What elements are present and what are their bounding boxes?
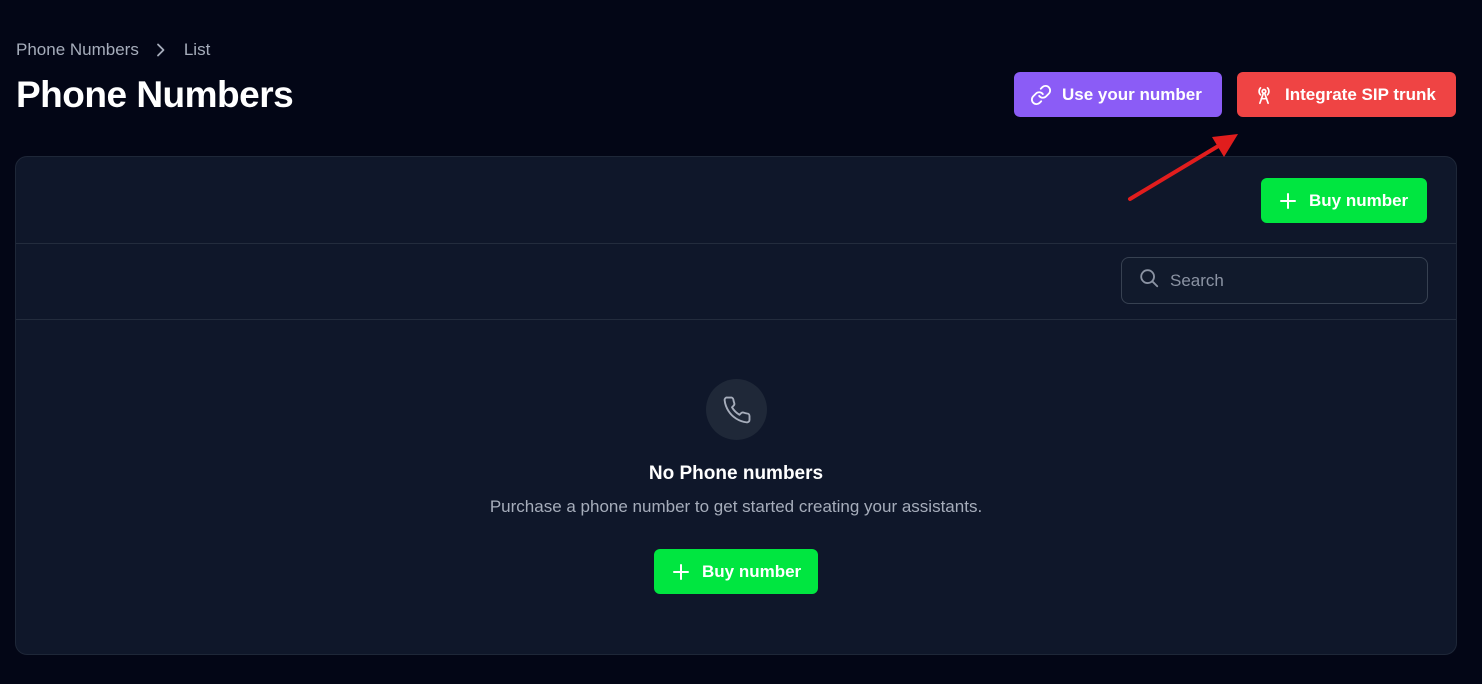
toolbar-divider	[16, 243, 1456, 244]
search-icon	[1138, 267, 1160, 294]
antenna-icon	[1253, 84, 1275, 106]
buy-number-label: Buy number	[1309, 190, 1409, 210]
plus-icon	[672, 563, 690, 581]
plus-icon	[1279, 192, 1297, 210]
empty-state-buy-number-button[interactable]: Buy number	[654, 549, 818, 594]
breadcrumb-item-phone-numbers[interactable]: Phone Numbers	[16, 39, 139, 61]
page-title: Phone Numbers	[16, 74, 294, 115]
empty-state-description: Purchase a phone number to get started c…	[489, 497, 983, 516]
phone-numbers-panel: Buy number No Phone numbers Purchase a p…	[15, 156, 1457, 655]
use-your-number-button[interactable]: Use your number	[1014, 72, 1222, 117]
empty-state-title: No Phone numbers	[648, 463, 824, 484]
chevron-right-icon	[139, 39, 184, 61]
link-icon	[1030, 84, 1052, 106]
empty-state-buy-number-label: Buy number	[702, 561, 802, 581]
phone-numbers-page: Phone Numbers List Phone Numbers Use you…	[0, 0, 1482, 684]
breadcrumb: Phone Numbers List	[16, 39, 210, 61]
buy-number-button[interactable]: Buy number	[1261, 178, 1427, 223]
search-field[interactable]	[1121, 257, 1428, 304]
search-divider	[16, 319, 1456, 320]
breadcrumb-item-list: List	[183, 40, 211, 59]
integrate-sip-trunk-button[interactable]: Integrate SIP trunk	[1237, 72, 1456, 117]
phone-icon	[706, 379, 767, 440]
integrate-sip-trunk-label: Integrate SIP trunk	[1285, 84, 1436, 104]
use-your-number-label: Use your number	[1062, 84, 1202, 104]
search-input[interactable]	[1170, 270, 1400, 291]
